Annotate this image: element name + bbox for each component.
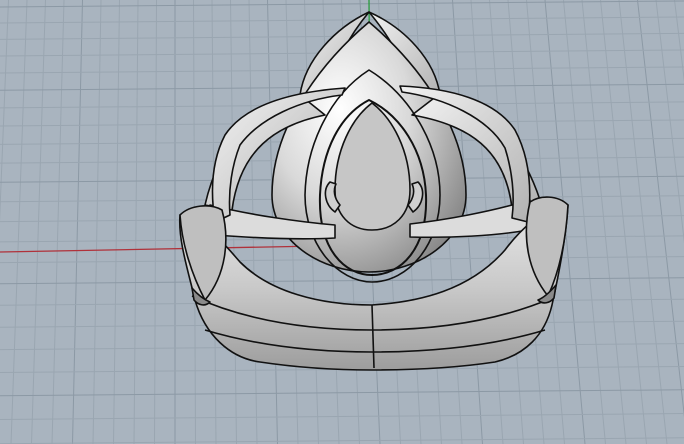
grid-line-vertical [92,0,102,444]
grid-line-vertical [51,0,65,444]
grid-line-vertical [31,0,46,444]
grid-line-vertical [581,0,627,444]
grid-line-vertical [133,0,139,444]
grid-line-horizontal [0,277,684,285]
grid-line-vertical [600,0,647,444]
grid-line-vertical [113,0,120,444]
viewport-canvas[interactable] [0,0,684,444]
grid-line-horizontal [0,413,684,421]
grid-line-horizontal [0,437,684,444]
grid-line-vertical [10,0,28,444]
grid-line-vertical [563,0,606,444]
grid-line-vertical [618,0,668,444]
rhino-perspective-viewport[interactable] [0,0,684,444]
grid-line-vertical [72,0,83,444]
grid-line-vertical [154,0,157,444]
grid-line-horizontal [0,389,684,397]
ring-model[interactable] [178,11,569,371]
